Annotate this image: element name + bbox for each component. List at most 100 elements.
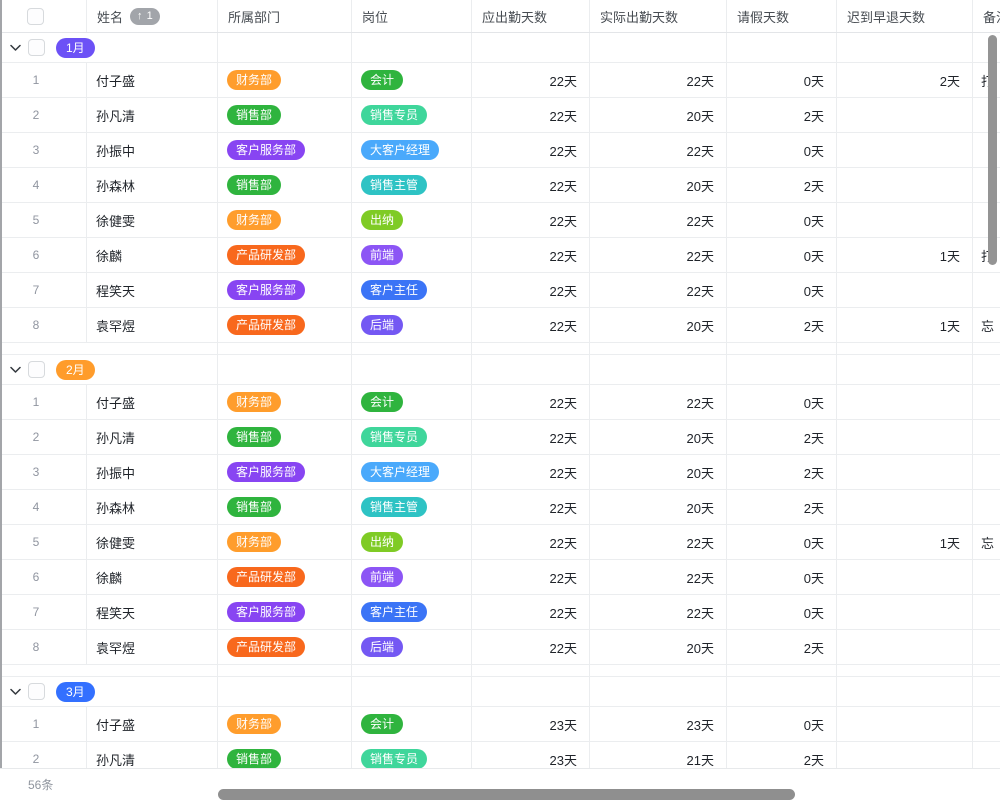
- position-cell[interactable]: 会计: [352, 63, 472, 97]
- row-number-cell[interactable]: 8: [0, 630, 87, 664]
- dept-cell[interactable]: 客户服务部: [218, 133, 352, 167]
- actual-days-cell[interactable]: 20天: [590, 490, 727, 524]
- group-empty-cell[interactable]: [590, 355, 727, 384]
- dept-cell[interactable]: 财务部: [218, 63, 352, 97]
- remark-cell[interactable]: [973, 420, 1000, 454]
- row-number-cell[interactable]: 2: [0, 420, 87, 454]
- actual-days-cell[interactable]: 20天: [590, 98, 727, 132]
- dept-cell[interactable]: 销售部: [218, 98, 352, 132]
- leave-days-cell[interactable]: 0天: [727, 63, 837, 97]
- late-days-cell[interactable]: [837, 630, 973, 664]
- position-cell[interactable]: 会计: [352, 385, 472, 419]
- dept-cell[interactable]: 财务部: [218, 203, 352, 237]
- name-cell[interactable]: 徐健雯: [87, 203, 218, 237]
- dept-cell[interactable]: 客户服务部: [218, 595, 352, 629]
- leave-days-cell[interactable]: 0天: [727, 385, 837, 419]
- leave-days-cell[interactable]: 2天: [727, 308, 837, 342]
- name-cell[interactable]: 袁罕煜: [87, 308, 218, 342]
- dept-cell[interactable]: 销售部: [218, 420, 352, 454]
- name-cell[interactable]: 徐麟: [87, 238, 218, 272]
- dept-cell[interactable]: 产品研发部: [218, 308, 352, 342]
- select-all-checkbox[interactable]: [27, 8, 44, 25]
- dept-cell[interactable]: 销售部: [218, 168, 352, 202]
- actual-days-cell[interactable]: 22天: [590, 203, 727, 237]
- leave-days-cell[interactable]: 0天: [727, 203, 837, 237]
- leave-days-cell[interactable]: 2天: [727, 98, 837, 132]
- group-title-cell[interactable]: 2月: [0, 355, 218, 384]
- row-number-cell[interactable]: 5: [0, 525, 87, 559]
- row-number-cell[interactable]: 7: [0, 273, 87, 307]
- column-header-actual-days[interactable]: 实际出勤天数: [590, 0, 727, 32]
- group-empty-cell[interactable]: [973, 677, 1000, 706]
- row-number-cell[interactable]: 8: [0, 308, 87, 342]
- expected-days-cell[interactable]: 23天: [472, 707, 590, 741]
- group-checkbox[interactable]: [28, 361, 45, 378]
- group-checkbox[interactable]: [28, 39, 45, 56]
- group-empty-cell[interactable]: [472, 33, 590, 62]
- row-number-cell[interactable]: 4: [0, 168, 87, 202]
- position-cell[interactable]: 客户主任: [352, 273, 472, 307]
- actual-days-cell[interactable]: 22天: [590, 63, 727, 97]
- name-cell[interactable]: 程笑天: [87, 595, 218, 629]
- column-header-position[interactable]: 岗位: [352, 0, 472, 32]
- name-cell[interactable]: 付子盛: [87, 63, 218, 97]
- actual-days-cell[interactable]: 22天: [590, 273, 727, 307]
- late-days-cell[interactable]: [837, 385, 973, 419]
- position-cell[interactable]: 大客户经理: [352, 133, 472, 167]
- leave-days-cell[interactable]: 2天: [727, 420, 837, 454]
- expected-days-cell[interactable]: 22天: [472, 203, 590, 237]
- expected-days-cell[interactable]: 22天: [472, 420, 590, 454]
- remark-cell[interactable]: 忘: [973, 308, 1000, 342]
- name-cell[interactable]: 付子盛: [87, 707, 218, 741]
- group-title-cell[interactable]: 3月: [0, 677, 218, 706]
- late-days-cell[interactable]: 1天: [837, 238, 973, 272]
- expected-days-cell[interactable]: 22天: [472, 168, 590, 202]
- name-cell[interactable]: 孙振中: [87, 133, 218, 167]
- group-empty-cell[interactable]: [727, 677, 837, 706]
- remark-cell[interactable]: [973, 455, 1000, 489]
- dept-cell[interactable]: 客户服务部: [218, 273, 352, 307]
- position-cell[interactable]: 前端: [352, 238, 472, 272]
- actual-days-cell[interactable]: 22天: [590, 238, 727, 272]
- column-header-late-days[interactable]: 迟到早退天数: [837, 0, 973, 32]
- group-checkbox[interactable]: [28, 683, 45, 700]
- late-days-cell[interactable]: [837, 98, 973, 132]
- late-days-cell[interactable]: [837, 455, 973, 489]
- position-cell[interactable]: 销售主管: [352, 490, 472, 524]
- actual-days-cell[interactable]: 20天: [590, 168, 727, 202]
- leave-days-cell[interactable]: 0天: [727, 707, 837, 741]
- leave-days-cell[interactable]: 0天: [727, 595, 837, 629]
- leave-days-cell[interactable]: 2天: [727, 455, 837, 489]
- late-days-cell[interactable]: [837, 490, 973, 524]
- row-number-cell[interactable]: 3: [0, 133, 87, 167]
- dept-cell[interactable]: 财务部: [218, 707, 352, 741]
- actual-days-cell[interactable]: 22天: [590, 133, 727, 167]
- remark-cell[interactable]: [973, 560, 1000, 594]
- name-cell[interactable]: 孙凡清: [87, 420, 218, 454]
- row-number-cell[interactable]: 6: [0, 238, 87, 272]
- leave-days-cell[interactable]: 0天: [727, 525, 837, 559]
- leave-days-cell[interactable]: 0天: [727, 273, 837, 307]
- group-empty-cell[interactable]: [352, 33, 472, 62]
- row-number-cell[interactable]: 1: [0, 707, 87, 741]
- group-empty-cell[interactable]: [973, 355, 1000, 384]
- chevron-down-icon[interactable]: [10, 688, 21, 696]
- actual-days-cell[interactable]: 20天: [590, 455, 727, 489]
- position-cell[interactable]: 后端: [352, 308, 472, 342]
- name-cell[interactable]: 孙凡清: [87, 98, 218, 132]
- late-days-cell[interactable]: [837, 595, 973, 629]
- expected-days-cell[interactable]: 22天: [472, 133, 590, 167]
- position-cell[interactable]: 销售专员: [352, 420, 472, 454]
- group-empty-cell[interactable]: [727, 355, 837, 384]
- group-empty-cell[interactable]: [218, 355, 352, 384]
- position-cell[interactable]: 销售主管: [352, 168, 472, 202]
- actual-days-cell[interactable]: 23天: [590, 707, 727, 741]
- row-number-cell[interactable]: 2: [0, 98, 87, 132]
- group-empty-cell[interactable]: [590, 677, 727, 706]
- leave-days-cell[interactable]: 0天: [727, 133, 837, 167]
- leave-days-cell[interactable]: 0天: [727, 238, 837, 272]
- remark-cell[interactable]: [973, 273, 1000, 307]
- expected-days-cell[interactable]: 22天: [472, 630, 590, 664]
- row-number-cell[interactable]: 5: [0, 203, 87, 237]
- group-empty-cell[interactable]: [837, 33, 973, 62]
